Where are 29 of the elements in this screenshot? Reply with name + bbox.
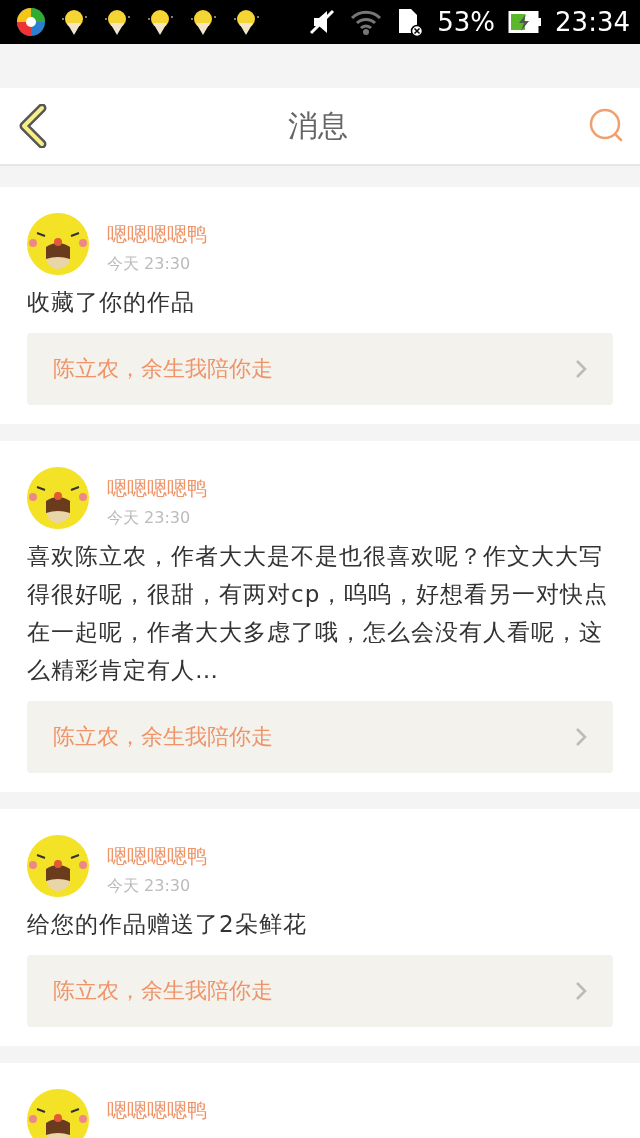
chevron-right-icon — [575, 727, 587, 747]
message-text: 给您的作品赠送了2朵鲜花 — [27, 910, 308, 939]
user-name: 嗯嗯嗯嗯鸭 — [107, 221, 207, 248]
page-title: 消息 — [288, 106, 348, 145]
lightbulb-icon — [145, 7, 175, 37]
message-time: 今天 23:30 — [107, 508, 192, 529]
lightbulb-icon — [59, 7, 89, 37]
user-name: 嗯嗯嗯嗯鸭 — [107, 843, 207, 870]
sd-card-icon — [396, 7, 425, 37]
wifi-icon — [349, 8, 384, 36]
work-link[interactable]: 陈立农，余生我陪你走 — [27, 701, 613, 773]
user-name: 嗯嗯嗯嗯鸭 — [107, 1097, 207, 1124]
battery-percent: 53% — [437, 7, 496, 37]
mute-icon — [308, 9, 337, 35]
battery-charging-icon — [508, 10, 543, 34]
lightbulb-icon — [102, 7, 132, 37]
message-time: 今天 23:30 — [107, 876, 192, 897]
message-text: 收藏了你的作品 — [27, 288, 196, 317]
app-icon — [16, 7, 46, 37]
message-text: 喜欢陈立农，作者大大是不是也很喜欢呢？作文大大写得很好呢，很甜，有两对cp，呜呜，好想看另一对快点在一起呢，作者大大多虑了哦，怎么会没有人看呢，这么精彩肯定有人… — [27, 542, 610, 685]
message-time: 今天 23:30 — [107, 254, 192, 275]
chevron-right-icon — [575, 359, 587, 379]
lightbulb-icon — [231, 7, 261, 37]
work-link[interactable]: 陈立农，余生我陪你走 — [27, 955, 613, 1027]
work-link[interactable]: 陈立农，余生我陪你走 — [27, 333, 613, 405]
clock-time: 23:34 — [555, 7, 630, 37]
lightbulb-icon — [188, 7, 218, 37]
chevron-right-icon — [575, 981, 587, 1001]
user-name: 嗯嗯嗯嗯鸭 — [107, 475, 207, 502]
